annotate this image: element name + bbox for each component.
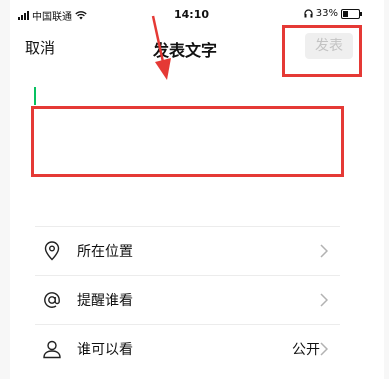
text-area-highlight: [31, 106, 344, 177]
compose-text-screen: 中国联通 14:10 33% 取消 发表文字 发表 所在位置 提醒谁看 谁可以看…: [0, 0, 389, 379]
option-visibility[interactable]: 谁可以看 公开: [35, 324, 340, 373]
battery-icon: [341, 8, 362, 19]
at-sign-icon: [41, 289, 63, 311]
battery-percent: 33%: [315, 8, 338, 19]
option-location[interactable]: 所在位置: [35, 226, 340, 275]
status-right: 33%: [304, 8, 362, 19]
cellular-signal-icon: [18, 11, 29, 20]
cancel-button[interactable]: 取消: [25, 37, 55, 58]
post-options-list: 所在位置 提醒谁看 谁可以看 公开: [35, 226, 340, 373]
annotation-arrow-icon: [151, 15, 171, 80]
carrier-name: 中国联通: [32, 12, 72, 23]
headphones-icon: [304, 9, 313, 18]
location-pin-icon: [41, 240, 63, 262]
chevron-right-icon: [320, 293, 328, 307]
chevron-right-icon: [320, 342, 328, 356]
text-cursor: [34, 87, 36, 105]
option-label: 提醒谁看: [77, 293, 133, 309]
option-label: 谁可以看: [77, 342, 133, 358]
status-left: 中国联通: [18, 8, 87, 23]
person-icon: [41, 338, 63, 360]
option-label: 所在位置: [77, 244, 133, 260]
wifi-icon: [75, 11, 87, 20]
status-bar: 中国联通 14:10 33%: [10, 8, 362, 24]
visibility-value: 公开: [292, 342, 320, 358]
chevron-right-icon: [320, 244, 328, 258]
post-button-highlight: [282, 25, 362, 77]
option-mention[interactable]: 提醒谁看: [35, 275, 340, 324]
